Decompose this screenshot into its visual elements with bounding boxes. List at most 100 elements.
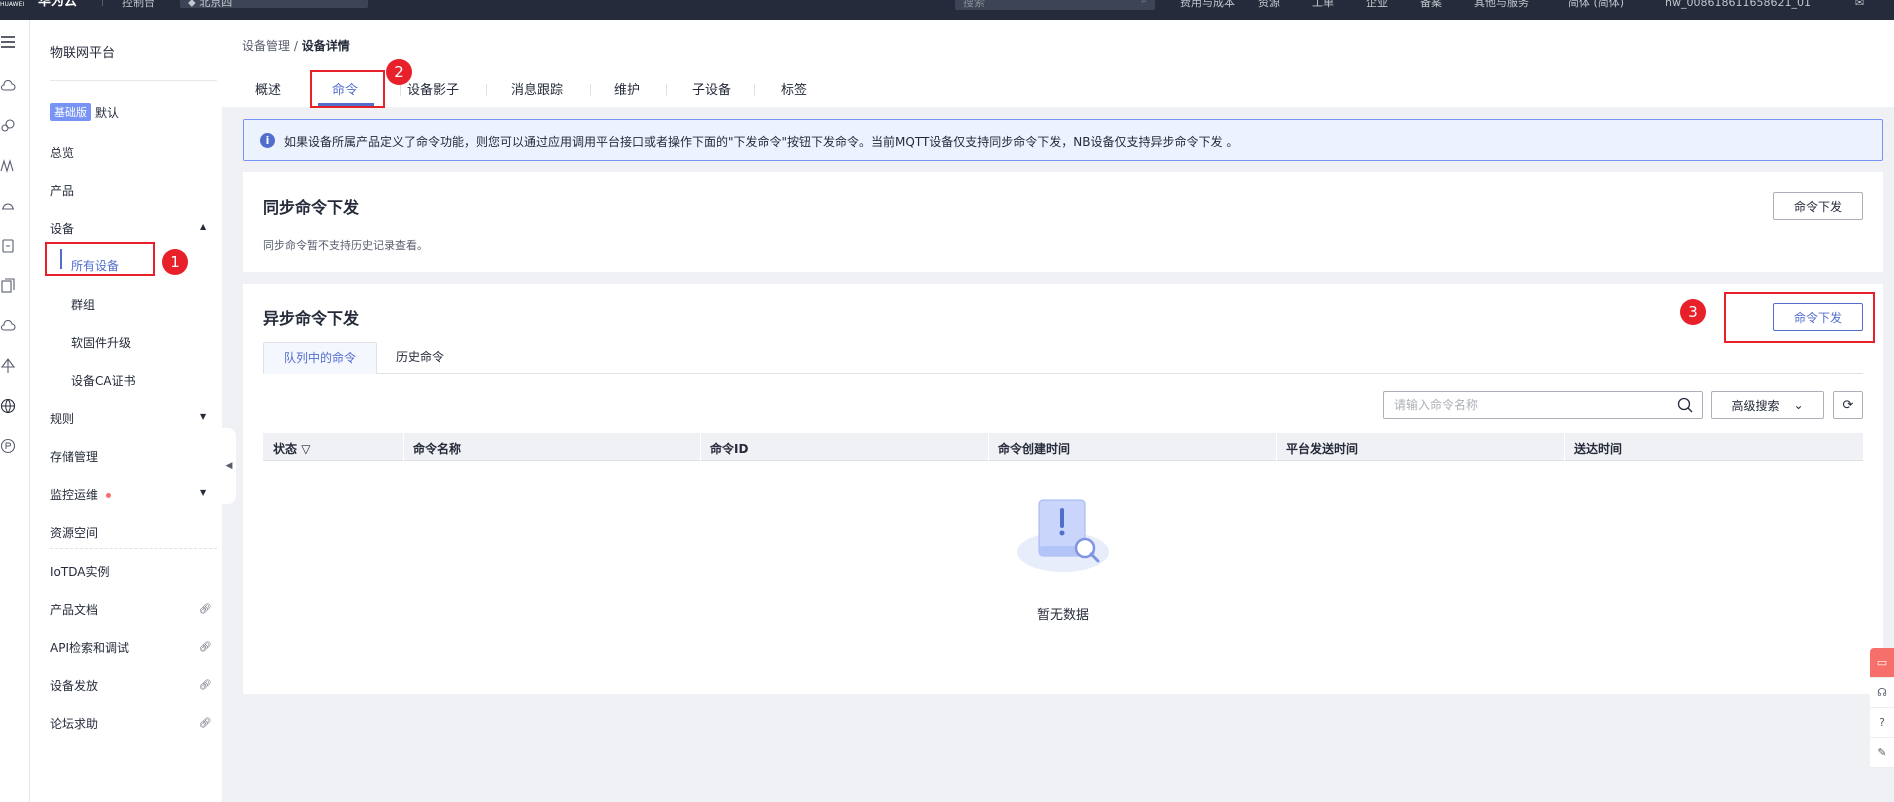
top-nav-other[interactable]: 其他与服务 [1474, 0, 1529, 20]
location-icon: ⬥ [188, 0, 196, 9]
column-sent-time: 平台发送时间 [1286, 442, 1359, 456]
nav-item-product[interactable]: 产品 [50, 182, 74, 199]
mail-icon[interactable]: ✉ [1855, 0, 1864, 20]
divider [50, 80, 217, 81]
tab-tags[interactable]: 标签 [781, 79, 807, 98]
region-label: 北京四 [199, 0, 233, 9]
chevron-left-icon: ◀ [225, 461, 233, 471]
nav-item-firmware[interactable]: 软固件升级 [71, 334, 131, 351]
subtab-queued[interactable]: 队列中的命令 [263, 342, 378, 374]
chevron-down-icon[interactable]: ▼ [200, 488, 206, 497]
info-banner: i 如果设备所属产品定义了命令功能，则您可以通过应用调用平台接口或者操作下面的"… [243, 119, 1883, 161]
cloud-icon[interactable] [0, 78, 16, 94]
tab-overview[interactable]: 概述 [255, 79, 281, 98]
tab-device-shadow[interactable]: 设备影子 [407, 79, 459, 98]
column-command-name: 命令名称 [413, 442, 462, 456]
cloud-upload-icon[interactable] [0, 318, 16, 334]
edition-badge: 基础版 [50, 103, 91, 121]
global-search[interactable]: 搜索 ⌕ [955, 0, 1155, 10]
top-nav-resources[interactable]: 资源 [1258, 0, 1280, 20]
top-nav-billing[interactable]: 费用与成本 [1180, 0, 1235, 20]
brand-name[interactable]: 华为云 [38, 0, 77, 20]
chevron-up-icon[interactable]: ▲ [200, 222, 206, 231]
top-nav-enterprise[interactable]: 企业 [1366, 0, 1388, 20]
device-icon[interactable] [0, 198, 16, 214]
nav-item-device[interactable]: 设备 [50, 220, 74, 237]
async-title: 异步命令下发 [263, 309, 360, 328]
filter-icon[interactable]: ▽ [301, 442, 310, 456]
annotation-marker-2: 2 [386, 59, 412, 85]
nav-item-api-explorer[interactable]: API检索和调试 [50, 639, 129, 656]
annotation-marker-3: 3 [1680, 299, 1706, 325]
nav-item-product-docs[interactable]: 产品文档 [50, 601, 98, 618]
info-text: 如果设备所属产品定义了命令功能，则您可以通过应用调用平台接口或者操作下面的"下发… [284, 135, 1239, 149]
external-link-icon: 🔗︎ [199, 604, 212, 615]
region-selector[interactable]: ⬥ 北京四 [180, 0, 368, 8]
nav-item-groups[interactable]: 群组 [71, 296, 95, 313]
annotation-box-1 [45, 242, 155, 276]
feedback-icon[interactable]: ✎ [1870, 738, 1894, 768]
tab-message-trace[interactable]: 消息跟踪 [511, 79, 563, 98]
top-nav-language[interactable]: 简体 (简体) [1568, 0, 1624, 20]
subtab-history[interactable]: 历史命令 [376, 342, 464, 374]
search-icon[interactable] [1676, 396, 1694, 414]
command-search-input[interactable]: 请输入命令名称 [1383, 391, 1703, 419]
refresh-button[interactable]: ⟳ [1833, 391, 1863, 419]
sync-command-card: 同步命令下发 同步命令暂不支持历史记录查看。 命令下发 [243, 172, 1883, 272]
nav-item-forum[interactable]: 论坛求助 [50, 715, 98, 732]
chevron-down-icon[interactable]: ▼ [200, 412, 206, 421]
sync-send-command-button[interactable]: 命令下发 [1773, 192, 1863, 220]
nav-item-monitoring[interactable]: 监控运维 [50, 486, 112, 503]
left-navigation: 物联网平台 基础版 默认 总览 产品 设备 ▲ 所有设备 群组 软固件升级 设备… [30, 20, 222, 802]
column-status: 状态 ▽ [273, 440, 310, 457]
advanced-search-button[interactable]: 高级搜索 ⌄ [1711, 391, 1824, 419]
user-account[interactable]: hw_008618611658621_01 [1665, 0, 1811, 20]
nav-item-iotda-instance[interactable]: IoTDA实例 [50, 563, 109, 580]
edition-label: 默认 [95, 105, 120, 120]
headset-icon[interactable]: ☊ [1870, 678, 1894, 708]
nav-item-rules[interactable]: 规则 [50, 410, 74, 427]
column-status-label: 状态 [273, 442, 298, 456]
divider [754, 84, 755, 96]
collapse-nav-button[interactable]: ◀ [222, 428, 236, 504]
external-link-icon: 🔗︎ [199, 642, 212, 653]
top-nav-filing[interactable]: 备案 [1420, 0, 1442, 20]
divider [1564, 433, 1565, 461]
detail-tabs: 概述 命令 设备影子 消息跟踪 维护 子设备 标签 [222, 72, 1894, 107]
console-link[interactable]: 控制台 [122, 0, 155, 20]
divider [50, 548, 217, 549]
nav-item-overview[interactable]: 总览 [50, 144, 74, 161]
p-icon[interactable] [0, 438, 16, 454]
nav-item-storage[interactable]: 存储管理 [50, 448, 98, 465]
nav-item-resource-space[interactable]: 资源空间 [50, 524, 98, 541]
divider [700, 433, 701, 461]
sync-subtitle: 同步命令暂不支持历史记录查看。 [263, 239, 428, 252]
breadcrumb: 设备管理 / 设备详情 [242, 37, 350, 54]
network-icon[interactable] [0, 158, 16, 174]
nav-item-ca-cert[interactable]: 设备CA证书 [71, 372, 136, 389]
box-icon[interactable] [0, 238, 16, 254]
nav-item-device-provision[interactable]: 设备发放 [50, 677, 98, 694]
breadcrumb-parent[interactable]: 设备管理 [242, 39, 290, 53]
async-subtabs: 队列中的命令 历史命令 [263, 342, 1863, 374]
cloud-service-icon[interactable] [0, 118, 16, 134]
chat-icon[interactable]: ▭ [1870, 648, 1894, 678]
chevron-down-icon: ⌄ [1793, 398, 1804, 412]
document-icon[interactable] [0, 278, 16, 294]
divider [590, 84, 591, 96]
tab-subdevices[interactable]: 子设备 [692, 79, 731, 98]
tree-icon[interactable] [0, 358, 16, 374]
divider [988, 433, 989, 461]
globe-icon[interactable] [0, 398, 16, 414]
divider [403, 433, 404, 461]
tab-maintenance[interactable]: 维护 [614, 79, 640, 98]
empty-data-text: 暂无数据 [1036, 608, 1089, 623]
help-icon[interactable]: ? [1870, 708, 1894, 738]
menu-icon[interactable] [0, 34, 16, 50]
divider [666, 84, 667, 96]
nav-title: 物联网平台 [50, 46, 116, 61]
external-link-icon: 🔗︎ [199, 680, 212, 691]
top-nav-tickets[interactable]: 工单 [1312, 0, 1334, 20]
edition-selector[interactable]: 基础版 默认 [50, 103, 119, 121]
command-search-placeholder: 请输入命令名称 [1394, 398, 1479, 412]
